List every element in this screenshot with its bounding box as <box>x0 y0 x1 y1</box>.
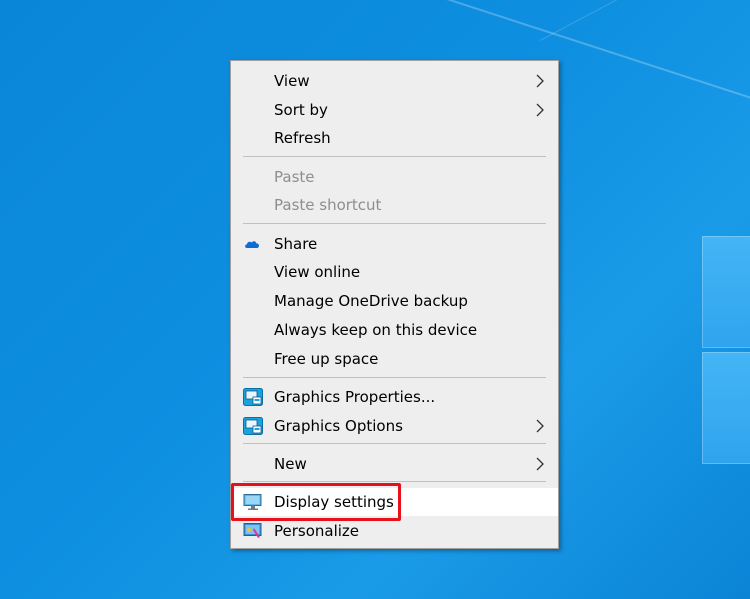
menu-item-graphics-properties[interactable]: Graphics Properties... <box>231 383 558 411</box>
menu-item-sort-by[interactable]: Sort by <box>231 96 558 124</box>
menu-item-manage-onedrive-backup[interactable]: Manage OneDrive backup <box>231 287 558 315</box>
intel-graphics-icon <box>243 417 263 435</box>
menu-item-view-online[interactable]: View online <box>231 258 558 286</box>
menu-separator <box>243 481 546 482</box>
menu-item-label: Paste shortcut <box>274 196 382 214</box>
personalize-icon <box>243 523 262 538</box>
menu-item-label: Refresh <box>274 129 331 147</box>
menu-item-share[interactable]: Share <box>231 230 558 258</box>
menu-item-personalize[interactable]: Personalize <box>231 517 558 545</box>
menu-item-label: Personalize <box>274 522 360 540</box>
menu-item-always-keep-on-device[interactable]: Always keep on this device <box>231 316 558 344</box>
windows-logo-pane <box>702 352 750 464</box>
menu-separator <box>243 377 546 378</box>
menu-item-free-up-space[interactable]: Free up space <box>231 345 558 373</box>
desktop-context-menu: View Sort by Refresh Paste Paste shortcu… <box>230 60 559 549</box>
menu-item-label: Manage OneDrive backup <box>274 292 468 310</box>
highlight-annotation-box <box>231 483 401 521</box>
menu-item-label: Graphics Properties... <box>274 388 436 406</box>
menu-separator <box>243 223 546 224</box>
menu-item-new[interactable]: New <box>231 450 558 478</box>
menu-item-view[interactable]: View <box>231 67 558 95</box>
chevron-right-icon <box>536 419 544 433</box>
chevron-right-icon <box>536 103 544 117</box>
chevron-right-icon <box>536 457 544 471</box>
menu-item-graphics-options[interactable]: Graphics Options <box>231 412 558 440</box>
menu-item-label: Sort by <box>274 101 328 119</box>
chevron-right-icon <box>536 74 544 88</box>
menu-item-label: Free up space <box>274 350 379 368</box>
menu-item-label: View online <box>274 263 361 281</box>
menu-item-label: Graphics Options <box>274 417 403 435</box>
windows-logo-pane <box>702 236 750 348</box>
menu-item-label: New <box>274 455 307 473</box>
menu-item-paste-shortcut[interactable]: Paste shortcut <box>231 191 558 219</box>
menu-item-label: Always keep on this device <box>274 321 478 339</box>
onedrive-cloud-icon <box>245 241 259 248</box>
menu-separator <box>243 443 546 444</box>
menu-item-paste[interactable]: Paste <box>231 163 558 191</box>
light-ray <box>540 0 750 41</box>
menu-separator <box>243 156 546 157</box>
menu-item-label: Share <box>274 235 318 253</box>
menu-item-label: View <box>274 72 310 90</box>
intel-graphics-icon <box>243 388 263 406</box>
menu-item-refresh[interactable]: Refresh <box>231 124 558 152</box>
menu-item-label: Paste <box>274 168 315 186</box>
